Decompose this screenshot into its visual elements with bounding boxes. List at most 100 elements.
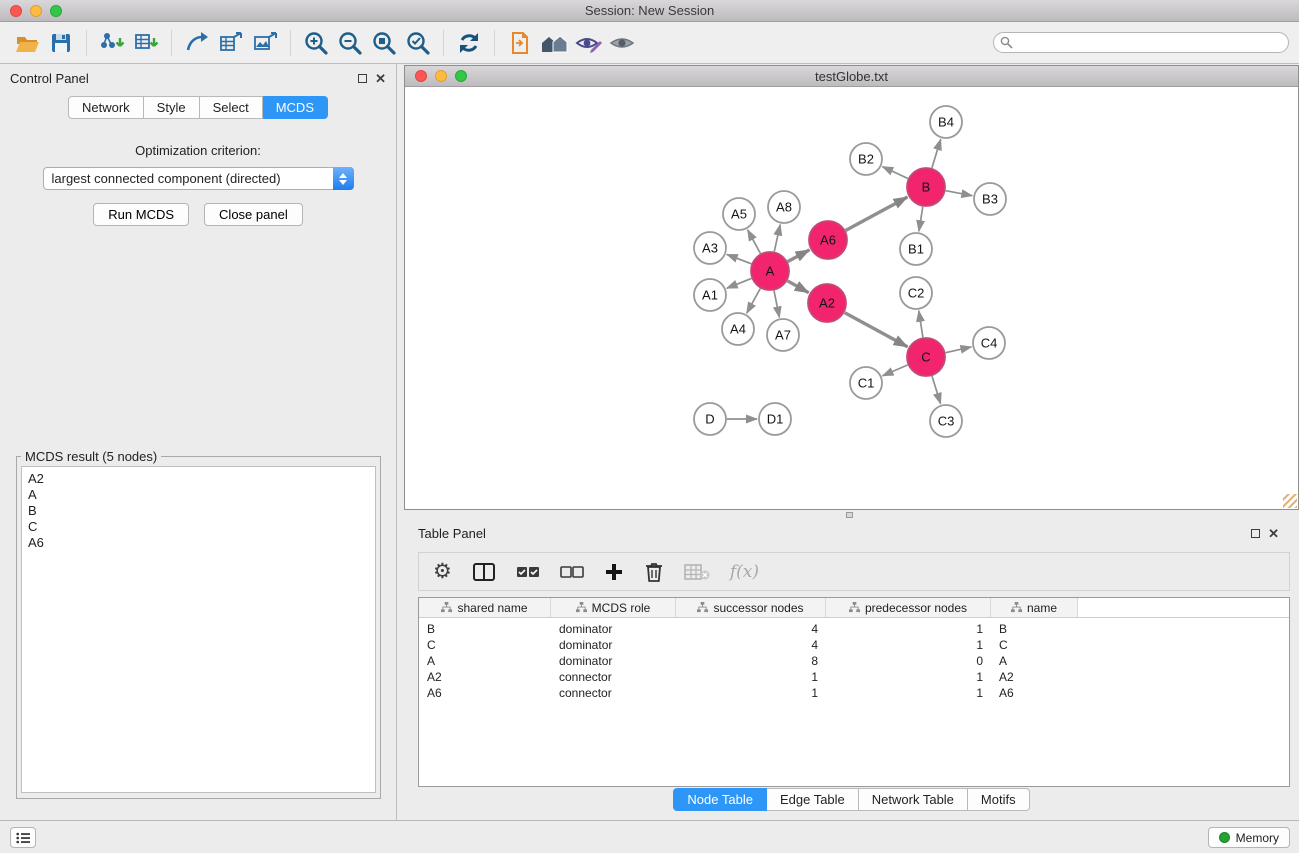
column-header-MCDS-role[interactable]: MCDS role bbox=[551, 598, 676, 617]
node-A5[interactable]: A5 bbox=[723, 198, 755, 230]
node-A4[interactable]: A4 bbox=[722, 313, 754, 345]
edge-C-C3[interactable] bbox=[932, 376, 941, 404]
node-C1[interactable]: C1 bbox=[850, 367, 882, 399]
export-table-button[interactable] bbox=[214, 27, 248, 59]
table-row[interactable]: A2connector11A2 bbox=[419, 669, 1289, 685]
close-table-panel-icon[interactable]: ✕ bbox=[1268, 527, 1279, 540]
node-A7[interactable]: A7 bbox=[767, 319, 799, 351]
tab-select[interactable]: Select bbox=[200, 96, 263, 119]
result-item[interactable]: A bbox=[28, 487, 369, 503]
node-D[interactable]: D bbox=[694, 403, 726, 435]
tab-mcds[interactable]: MCDS bbox=[263, 96, 328, 119]
search-input[interactable] bbox=[993, 32, 1289, 53]
edge-B-B4[interactable] bbox=[932, 139, 941, 168]
edge-A-A3[interactable] bbox=[727, 254, 752, 263]
network-canvas[interactable]: B4B2BB3A8A5A6A3B1AC2A1A2A4A7C4CC1C3DD1 bbox=[405, 88, 1298, 509]
zoom-network-window-icon[interactable] bbox=[455, 70, 467, 82]
split-column-button[interactable] bbox=[472, 558, 496, 586]
panel-splitter-handle[interactable] bbox=[846, 512, 853, 518]
close-panel-icon[interactable]: ✕ bbox=[375, 72, 386, 85]
home-view-button[interactable] bbox=[537, 27, 571, 59]
result-item[interactable]: A6 bbox=[28, 535, 369, 551]
float-panel-icon[interactable] bbox=[358, 74, 367, 83]
node-A3[interactable]: A3 bbox=[694, 232, 726, 264]
zoom-window-icon[interactable] bbox=[50, 5, 62, 17]
run-mcds-button[interactable]: Run MCDS bbox=[93, 203, 189, 226]
refresh-view-button[interactable] bbox=[452, 27, 486, 59]
show-graphics-details-button[interactable] bbox=[605, 27, 639, 59]
tab-style[interactable]: Style bbox=[144, 96, 200, 119]
edge-A-A2[interactable] bbox=[787, 281, 808, 293]
zoom-fit-button[interactable] bbox=[367, 27, 401, 59]
column-header-predecessor-nodes[interactable]: predecessor nodes bbox=[826, 598, 991, 617]
float-table-panel-icon[interactable] bbox=[1251, 529, 1260, 538]
function-builder-button[interactable]: f(x) bbox=[730, 558, 759, 586]
edge-B-B1[interactable] bbox=[919, 207, 923, 232]
close-panel-button[interactable]: Close panel bbox=[204, 203, 303, 226]
save-session-button[interactable] bbox=[44, 27, 78, 59]
delete-table-button[interactable] bbox=[684, 558, 710, 586]
minimize-window-icon[interactable] bbox=[30, 5, 42, 17]
edge-C-C2[interactable] bbox=[919, 311, 923, 337]
column-header-shared-name[interactable]: shared name bbox=[419, 598, 551, 617]
edge-B-B2[interactable] bbox=[882, 167, 908, 179]
edge-A-A7[interactable] bbox=[774, 291, 779, 318]
node-B3[interactable]: B3 bbox=[974, 183, 1006, 215]
edge-B-B3[interactable] bbox=[946, 191, 973, 196]
select-all-button[interactable] bbox=[516, 558, 540, 586]
tab-motifs[interactable]: Motifs bbox=[968, 788, 1030, 811]
tab-edge-table[interactable]: Edge Table bbox=[767, 788, 859, 811]
show-panels-button[interactable] bbox=[10, 827, 36, 848]
open-session-button[interactable] bbox=[10, 27, 44, 59]
close-window-icon[interactable] bbox=[10, 5, 22, 17]
edge-A2-C[interactable] bbox=[845, 313, 908, 347]
result-item[interactable]: C bbox=[28, 519, 369, 535]
delete-row-button[interactable] bbox=[644, 558, 664, 586]
table-row[interactable]: A6connector11A6 bbox=[419, 685, 1289, 701]
tab-network-table[interactable]: Network Table bbox=[859, 788, 968, 811]
tab-node-table[interactable]: Node Table bbox=[673, 788, 767, 811]
memory-button[interactable]: Memory bbox=[1208, 827, 1290, 848]
node-C4[interactable]: C4 bbox=[973, 327, 1005, 359]
edge-A-A1[interactable] bbox=[727, 278, 752, 288]
node-B[interactable]: B bbox=[907, 168, 945, 206]
zoom-out-button[interactable] bbox=[333, 27, 367, 59]
zoom-in-button[interactable] bbox=[299, 27, 333, 59]
node-D1[interactable]: D1 bbox=[759, 403, 791, 435]
edge-A-A6[interactable] bbox=[788, 250, 810, 262]
table-row[interactable]: Cdominator41C bbox=[419, 637, 1289, 653]
import-network-button[interactable] bbox=[95, 27, 129, 59]
node-B4[interactable]: B4 bbox=[930, 106, 962, 138]
window-resize-grip[interactable] bbox=[1283, 494, 1297, 508]
node-C3[interactable]: C3 bbox=[930, 405, 962, 437]
deselect-all-button[interactable] bbox=[560, 558, 584, 586]
zoom-selected-button[interactable] bbox=[401, 27, 435, 59]
table-row[interactable]: Bdominator41B bbox=[419, 621, 1289, 637]
add-row-button[interactable] bbox=[604, 558, 624, 586]
tab-network[interactable]: Network bbox=[68, 96, 144, 119]
node-B1[interactable]: B1 bbox=[900, 233, 932, 265]
copy-view-button[interactable] bbox=[503, 27, 537, 59]
close-network-window-icon[interactable] bbox=[415, 70, 427, 82]
column-header-name[interactable]: name bbox=[991, 598, 1078, 617]
result-item[interactable]: B bbox=[28, 503, 369, 519]
table-settings-button[interactable]: ⚙ bbox=[433, 558, 452, 586]
node-A6[interactable]: A6 bbox=[809, 221, 847, 259]
export-network-button[interactable] bbox=[180, 27, 214, 59]
node-B2[interactable]: B2 bbox=[850, 143, 882, 175]
result-item[interactable]: A2 bbox=[28, 471, 369, 487]
edge-A6-B[interactable] bbox=[846, 197, 908, 231]
edge-A-A8[interactable] bbox=[774, 225, 780, 252]
edge-A-A4[interactable] bbox=[747, 289, 761, 314]
import-table-button[interactable] bbox=[129, 27, 163, 59]
mcds-result-list[interactable]: A2ABCA6 bbox=[21, 466, 376, 793]
edge-C-C4[interactable] bbox=[946, 347, 972, 353]
edge-A-A5[interactable] bbox=[748, 230, 761, 254]
node-A2[interactable]: A2 bbox=[808, 284, 846, 322]
edge-C-C1[interactable] bbox=[883, 365, 908, 376]
table-row[interactable]: Adominator80A bbox=[419, 653, 1289, 669]
node-A1[interactable]: A1 bbox=[694, 279, 726, 311]
node-C2[interactable]: C2 bbox=[900, 277, 932, 309]
node-A8[interactable]: A8 bbox=[768, 191, 800, 223]
annotation-mode-button[interactable] bbox=[571, 27, 605, 59]
